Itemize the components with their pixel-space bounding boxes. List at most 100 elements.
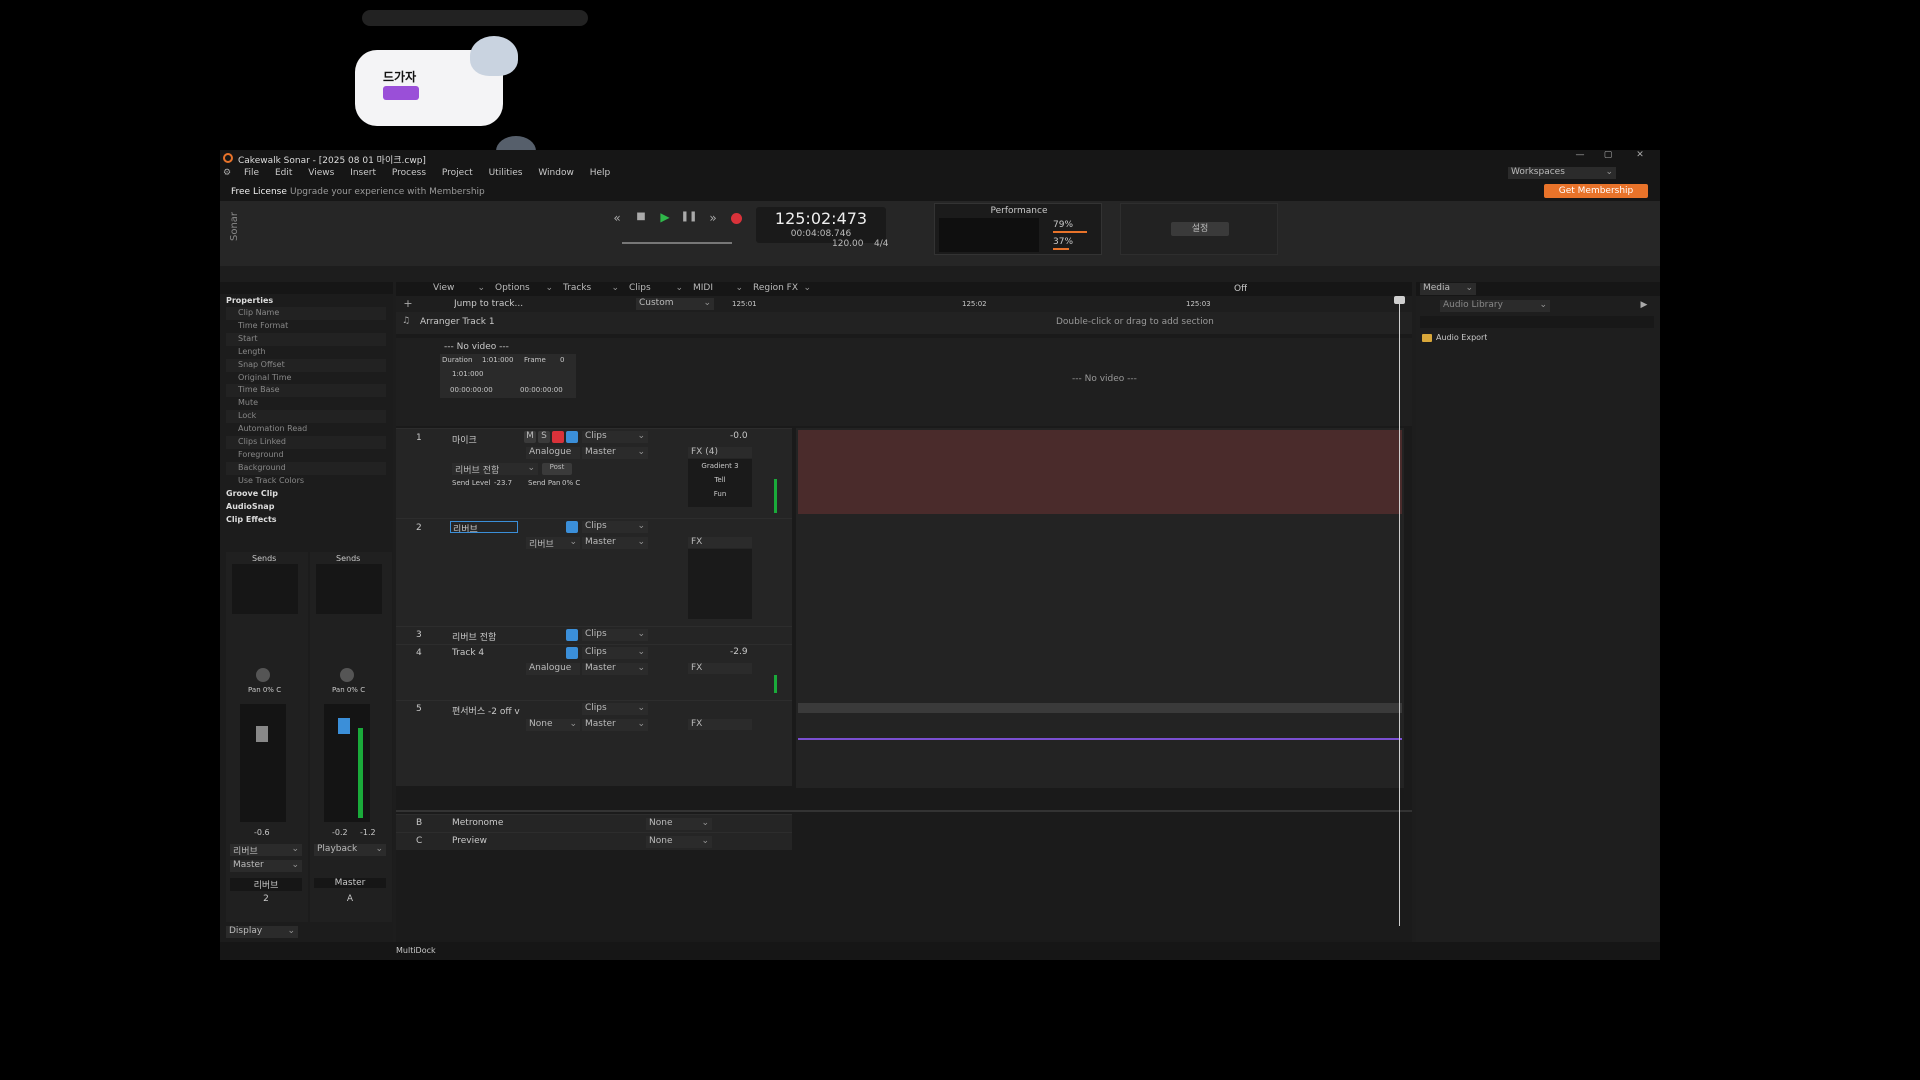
preset-button[interactable]: 설정 xyxy=(1171,222,1229,236)
prop-clip-name[interactable]: Clip Name xyxy=(226,307,386,320)
fast-forward-button[interactable]: » xyxy=(704,211,722,225)
input-dropdown-2[interactable]: Playback xyxy=(314,844,386,856)
fx-bin-header[interactable]: FX xyxy=(688,537,752,548)
send-level-value[interactable]: -23.7 xyxy=(494,479,512,487)
bus-output-dropdown[interactable]: None xyxy=(646,836,712,848)
display-dropdown[interactable]: Display xyxy=(226,926,298,938)
input-dropdown[interactable]: Analogue xyxy=(526,663,580,675)
prop-start[interactable]: Start xyxy=(226,332,386,346)
stop-button[interactable]: ■ xyxy=(632,211,650,222)
track-mode-dropdown[interactable]: Clips xyxy=(582,521,648,533)
prop-time-base[interactable]: Time Base xyxy=(226,384,386,398)
track-name[interactable]: 마이크 xyxy=(452,433,477,446)
menu-project[interactable]: Project xyxy=(442,168,473,178)
menu-help[interactable]: Help xyxy=(590,168,611,178)
toolbar-view[interactable]: View xyxy=(430,283,488,295)
fx-item-2[interactable]: Tell xyxy=(688,473,752,487)
toolbar-midi[interactable]: MIDI xyxy=(690,283,746,295)
play-button[interactable]: ▶ xyxy=(656,210,674,224)
fx-item-1[interactable]: Gradient 3 xyxy=(688,459,752,473)
input-dropdown[interactable]: 리버브 xyxy=(230,844,302,856)
monitor-button[interactable] xyxy=(566,431,578,443)
playhead[interactable] xyxy=(1399,296,1400,926)
send-pan-value[interactable]: 0% C xyxy=(562,479,580,487)
group-groove-clip[interactable]: Groove Clip xyxy=(226,488,386,501)
prop-original-time[interactable]: Original Time xyxy=(226,372,386,385)
menu-process[interactable]: Process xyxy=(392,168,426,178)
envelope-line[interactable] xyxy=(798,738,1402,740)
position-slider[interactable] xyxy=(622,242,732,244)
menu-utilities[interactable]: Utilities xyxy=(489,168,523,178)
menu-window[interactable]: Window xyxy=(538,168,574,178)
custom-dropdown[interactable]: Custom xyxy=(636,298,714,310)
monitor-button[interactable] xyxy=(566,629,578,641)
minimize-icon[interactable]: — xyxy=(1570,150,1590,160)
close-icon[interactable]: ✕ xyxy=(1630,150,1650,160)
prop-length[interactable]: Length xyxy=(226,346,386,359)
add-track-icon[interactable]: + xyxy=(402,297,414,310)
prop-automation-read[interactable]: Automation Read xyxy=(226,423,386,436)
workspaces-dropdown[interactable]: Workspaces xyxy=(1508,167,1616,179)
snap-off-toggle[interactable]: Off xyxy=(1234,284,1247,294)
group-clip-effects[interactable]: Clip Effects xyxy=(226,514,386,527)
input-dropdown[interactable]: None xyxy=(526,719,580,731)
get-membership-button[interactable]: Get Membership xyxy=(1544,184,1648,198)
menu-edit[interactable]: Edit xyxy=(275,168,292,178)
group-audiosnap[interactable]: AudioSnap xyxy=(226,501,386,514)
rewind-button[interactable]: « xyxy=(608,211,626,225)
browser-search-input[interactable] xyxy=(1420,316,1654,328)
pan-knob-2[interactable] xyxy=(340,668,354,682)
prop-time-format[interactable]: Time Format xyxy=(226,320,386,333)
menu-insert[interactable]: Insert xyxy=(350,168,376,178)
record-button[interactable] xyxy=(731,213,742,224)
output-dropdown[interactable]: Master xyxy=(582,537,648,549)
clip-track-5[interactable] xyxy=(798,703,1402,713)
prop-snap-offset[interactable]: Snap Offset xyxy=(226,358,386,372)
maximize-icon[interactable]: ▢ xyxy=(1598,150,1618,160)
input-dropdown[interactable]: 리버브 xyxy=(526,537,580,549)
volume-fader[interactable] xyxy=(240,704,286,822)
settings-icon[interactable]: ⚙ xyxy=(223,168,231,178)
output-dropdown[interactable]: Master xyxy=(582,663,648,675)
prop-clips-linked[interactable]: Clips Linked xyxy=(226,436,386,449)
solo-button[interactable]: S xyxy=(538,431,550,443)
track-volume[interactable]: -2.9 xyxy=(730,647,748,657)
fx-item-3[interactable]: Fun xyxy=(688,487,752,501)
meter-display[interactable]: 4/4 xyxy=(874,239,888,249)
track-mode-dropdown[interactable]: Clips xyxy=(582,703,648,715)
play-preview-icon[interactable]: ▶ xyxy=(1638,300,1650,310)
send-post-button[interactable]: Post xyxy=(542,463,572,475)
prop-foreground[interactable]: Foreground xyxy=(226,449,386,462)
playhead-handle[interactable] xyxy=(1394,296,1405,304)
monitor-button[interactable] xyxy=(566,521,578,533)
output-dropdown[interactable]: Master xyxy=(230,860,302,872)
tempo-display[interactable]: 120.00 xyxy=(832,239,864,249)
send-dropdown[interactable]: 리버브 전함 xyxy=(452,463,538,475)
mute-button[interactable]: M xyxy=(524,431,536,443)
toolbar-options[interactable]: Options xyxy=(492,283,556,295)
menu-file[interactable]: File xyxy=(244,168,259,178)
track-name[interactable]: 리버브 xyxy=(450,521,518,533)
multidock-label[interactable]: MultiDock xyxy=(396,946,436,955)
folder-audio-export[interactable]: Audio Export xyxy=(1436,333,1487,342)
fx-bin-header[interactable]: FX (4) xyxy=(688,447,752,458)
jump-to-track[interactable]: Jump to track... xyxy=(454,299,523,309)
track-name[interactable]: 리버브 전함 xyxy=(452,630,496,643)
fx-bin-header[interactable]: FX xyxy=(688,663,752,674)
track-mode-dropdown[interactable]: Clips xyxy=(582,629,648,641)
toolbar-region-fx[interactable]: Region FX xyxy=(750,283,814,295)
record-arm-button[interactable] xyxy=(552,431,564,443)
prop-use-track-colors[interactable]: Use Track Colors xyxy=(226,475,386,488)
menu-views[interactable]: Views xyxy=(308,168,334,178)
prop-background[interactable]: Background xyxy=(226,461,386,475)
prop-lock[interactable]: Lock xyxy=(226,410,386,424)
track-mode-dropdown[interactable]: Clips xyxy=(582,647,648,659)
toolbar-clips[interactable]: Clips xyxy=(626,283,686,295)
clip-track-1[interactable] xyxy=(798,430,1402,514)
track-mode-dropdown[interactable]: Clips xyxy=(582,431,648,443)
prop-mute[interactable]: Mute xyxy=(226,397,386,410)
fader-handle-2[interactable] xyxy=(338,718,350,734)
output-dropdown[interactable]: Master xyxy=(582,447,648,459)
bus-name[interactable]: Metronome xyxy=(452,818,503,828)
track-volume[interactable]: -0.0 xyxy=(730,431,748,441)
